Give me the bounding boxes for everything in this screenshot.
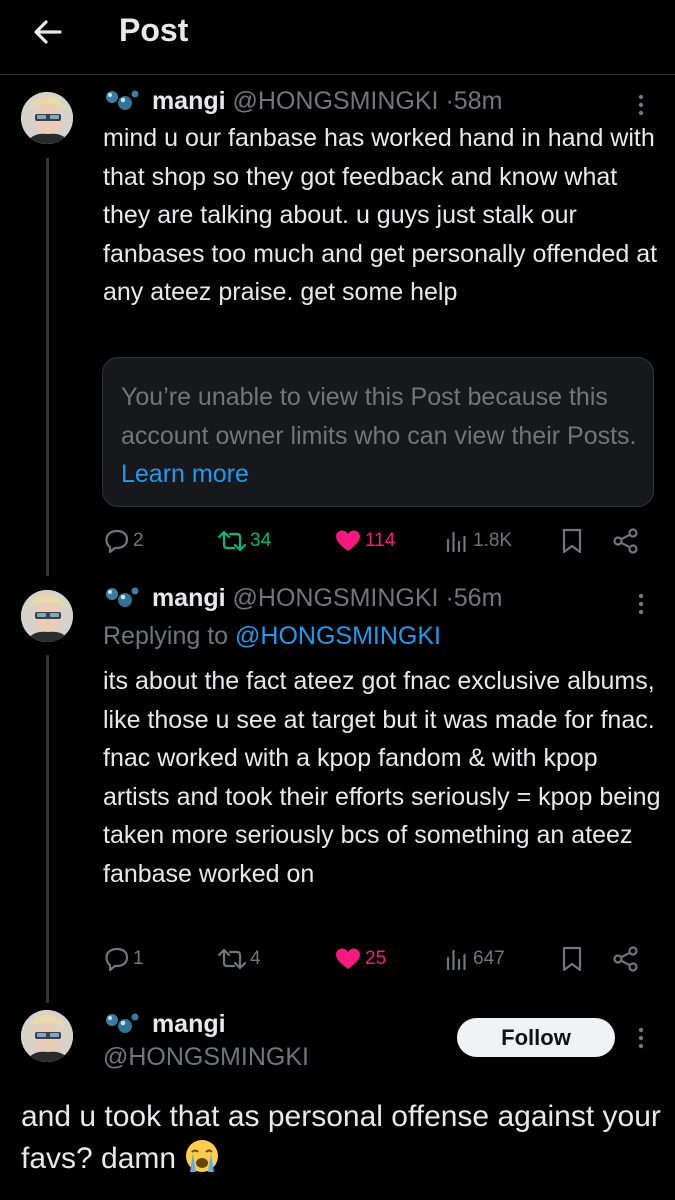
share-icon [613,946,638,972]
share-icon [613,528,638,554]
like-count: 114 [365,530,396,551]
more-icon [638,593,644,615]
post-header: mangi @HONGSMINGKI ·56m [103,584,502,613]
reply-count: 2 [133,530,144,551]
replying-label: Replying to [103,622,229,650]
post-header: mangi @HONGSMINGKI ·58m [103,87,502,116]
share-button[interactable] [612,526,640,556]
main-post-name-row: mangi [103,1010,226,1039]
post-text: its about the fact ateez got fnac exclus… [103,667,661,888]
like-count: 25 [365,948,387,969]
loudly-crying-face-icon [186,1140,219,1172]
separator: · [445,87,454,115]
views-button[interactable]: 1.8K [444,526,512,556]
follow-button[interactable]: Follow [457,1018,615,1057]
bookmark-button[interactable] [560,526,584,556]
display-name[interactable]: mangi [152,584,226,612]
avatar[interactable] [21,1010,73,1062]
heart-icon [336,530,360,551]
reply-icon [105,529,129,554]
unavailable-post-notice: You’re unable to view this Post because … [102,357,654,507]
heart-icon [336,948,360,969]
views-icon [446,949,466,971]
replying-to: Replying to @HONGSMINGKI [103,622,441,651]
reply-button[interactable]: 1 [104,944,144,974]
display-name[interactable]: mangi [152,87,226,115]
reply-count: 1 [133,948,144,969]
repost-count: 34 [250,530,272,551]
reply-button[interactable]: 2 [104,526,144,556]
user-handle[interactable]: @HONGSMINGKI [233,584,439,612]
repost-button[interactable]: 4 [217,944,261,974]
post-text: mind u our fanbase has worked hand in ha… [103,124,658,306]
mention-link[interactable]: @HONGSMINGKI [235,622,441,650]
more-button[interactable] [634,1025,648,1051]
more-icon [638,1027,644,1049]
repost-icon [217,530,247,552]
view-count: 1.8K [473,530,513,551]
post-time[interactable]: 58m [454,87,503,115]
reply-icon [105,947,129,972]
post-time[interactable]: 56m [454,584,503,612]
more-button[interactable] [634,92,648,118]
repost-icon [217,948,247,970]
bookmark-button[interactable] [560,944,584,974]
more-button[interactable] [634,591,648,617]
thread-connector [46,158,49,576]
display-name[interactable]: mangi [152,1010,226,1038]
back-button[interactable] [30,14,66,50]
more-icon [638,94,644,116]
like-button[interactable]: 25 [334,944,386,974]
like-button[interactable]: 114 [334,526,395,556]
main-post-text: and u took that as personal offense agai… [21,1100,661,1175]
bubbles-icon [106,587,139,607]
bookmark-icon [562,528,582,554]
main-post-text-block: and u took that as personal offense agai… [21,1096,661,1180]
learn-more-link[interactable]: Learn more [121,460,249,488]
bubbles-icon [106,90,139,110]
thread-connector [46,655,49,1003]
page-title: Post [119,12,189,48]
bookmark-icon [562,946,582,972]
views-button[interactable]: 647 [444,944,505,974]
repost-button[interactable]: 34 [217,526,271,556]
views-icon [446,531,466,553]
bubbles-icon [106,1013,139,1033]
top-bar: Post [0,0,675,75]
avatar[interactable] [21,590,73,642]
back-arrow-icon [34,20,62,44]
share-button[interactable] [612,944,640,974]
view-count: 647 [473,948,505,969]
user-handle[interactable]: @HONGSMINGKI [103,1043,309,1072]
notice-message: You’re unable to view this Post because … [121,383,637,450]
separator: · [445,584,454,612]
avatar[interactable] [21,92,73,144]
notice-text: You’re unable to view this Post because … [121,378,641,494]
user-handle[interactable]: @HONGSMINGKI [233,87,439,115]
repost-count: 4 [250,948,261,969]
